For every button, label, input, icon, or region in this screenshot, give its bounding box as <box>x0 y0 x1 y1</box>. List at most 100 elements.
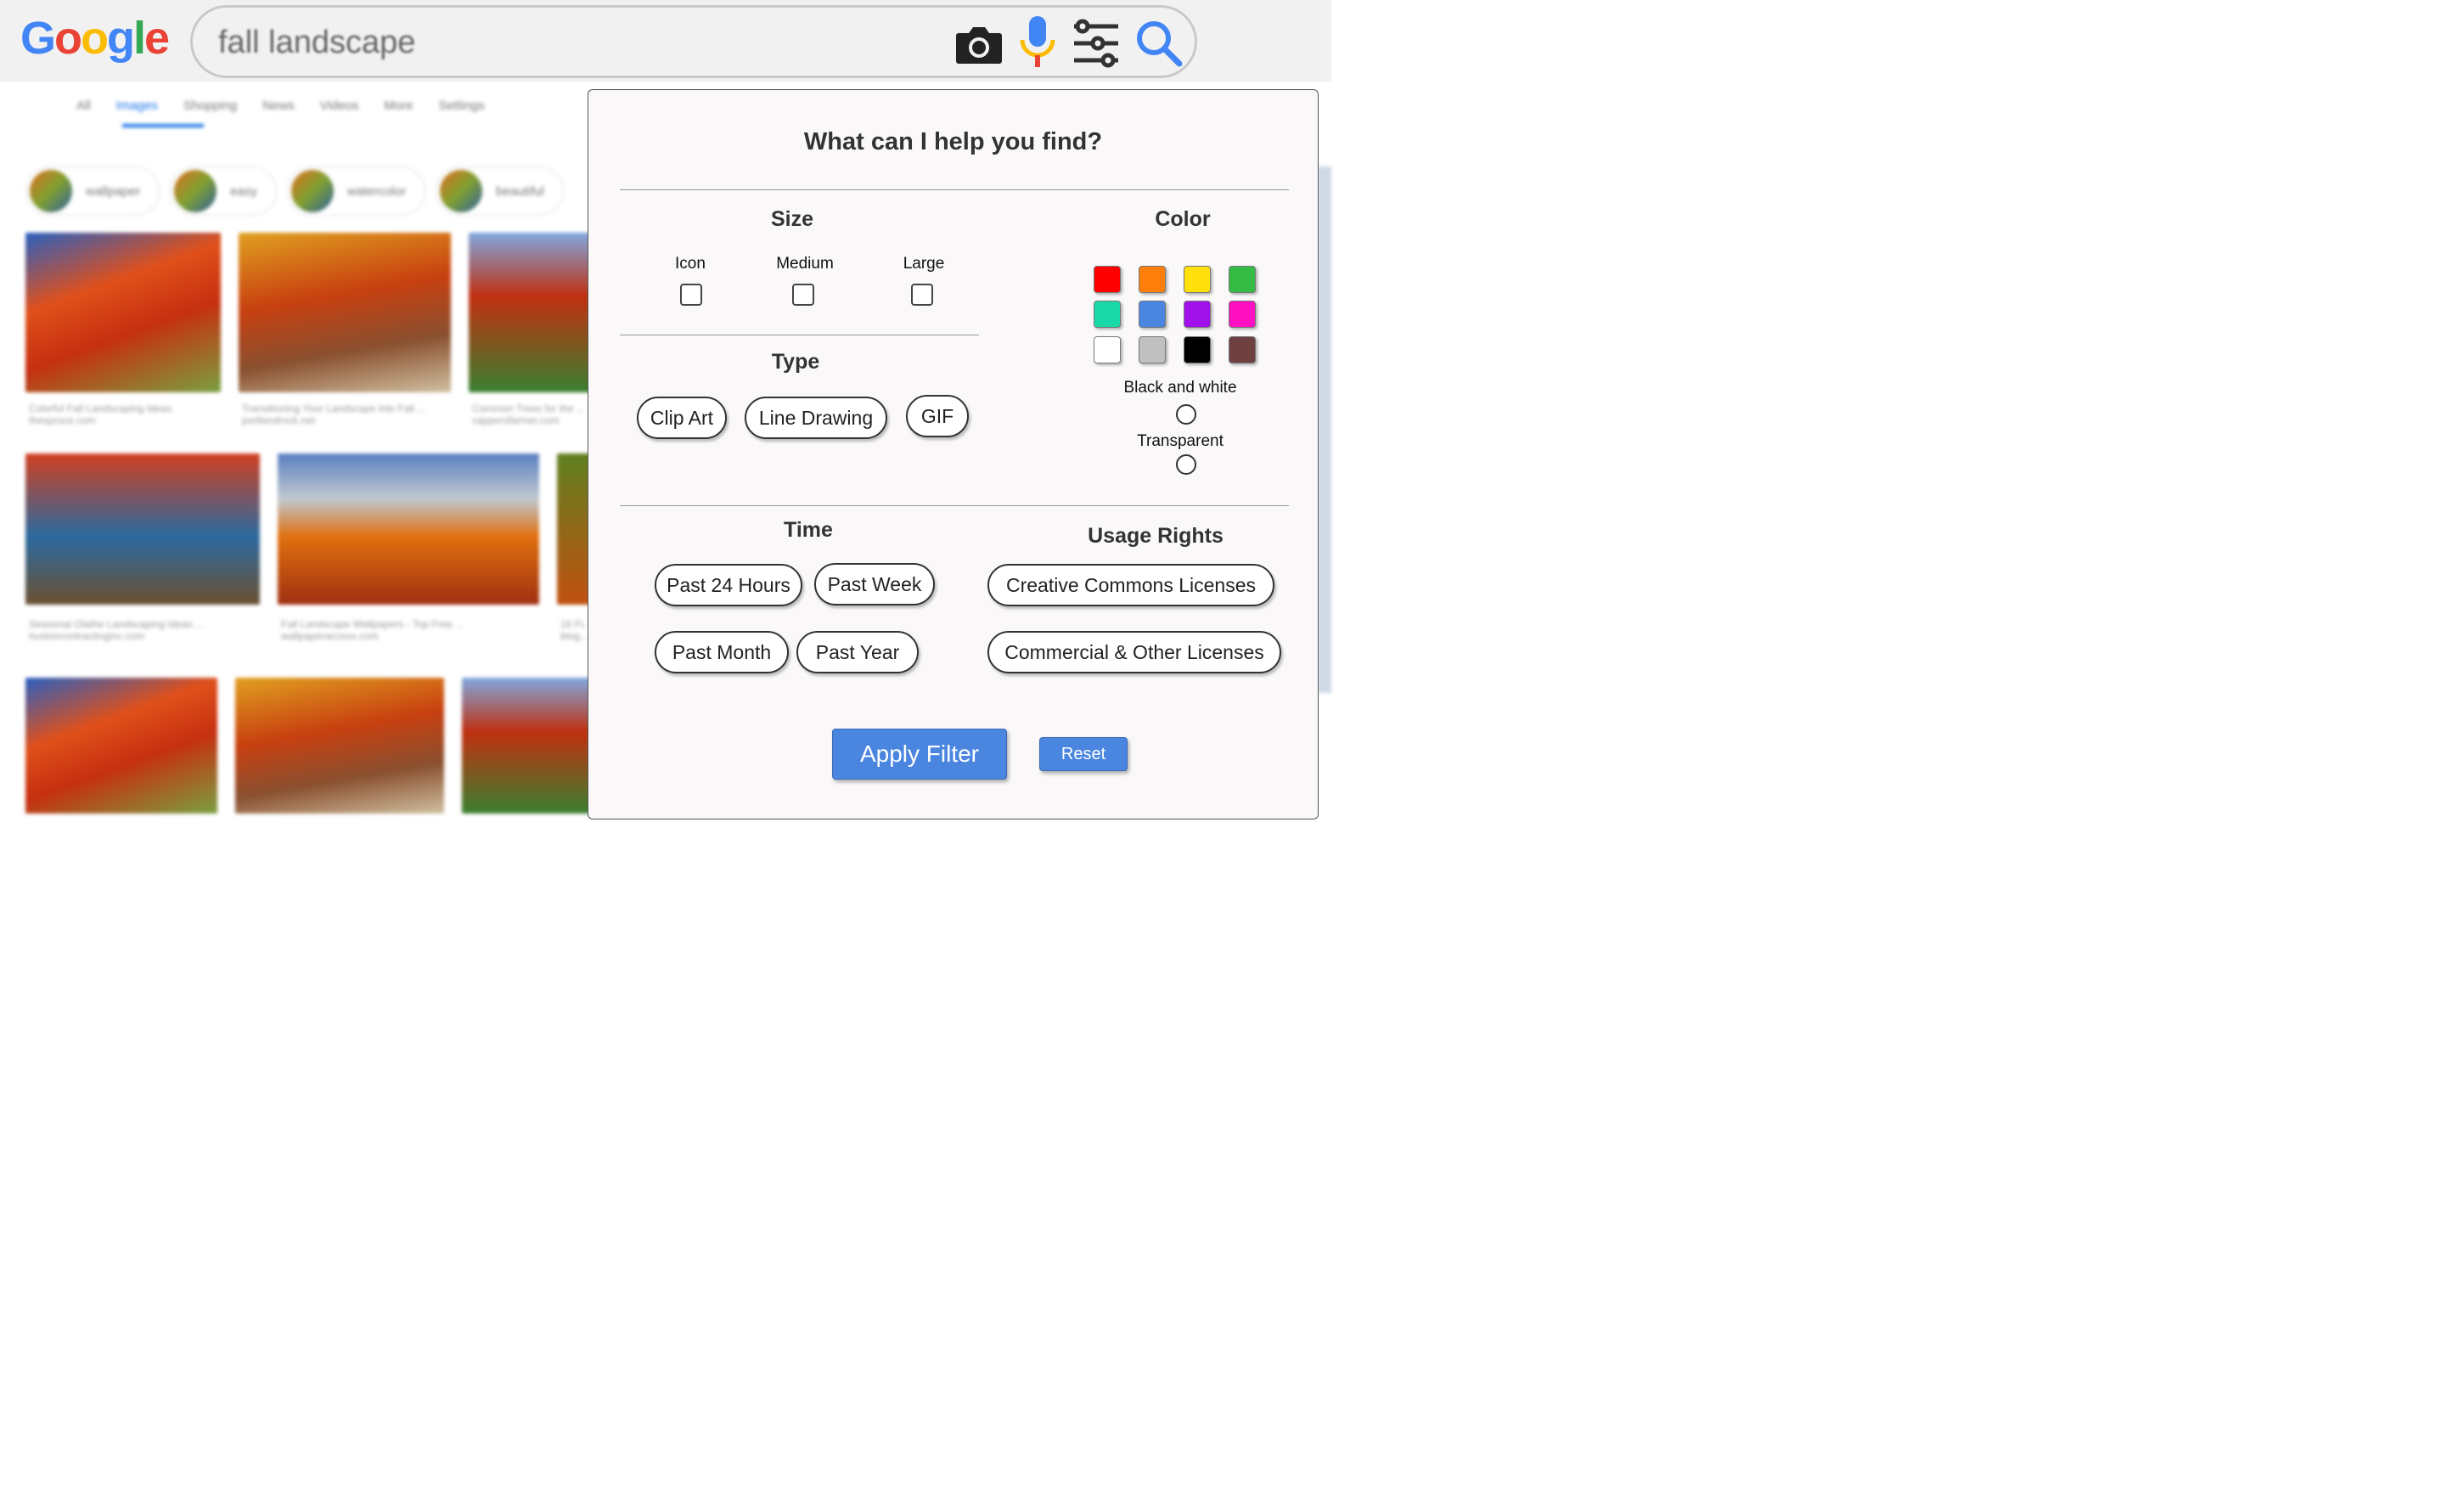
right-edge-content <box>1318 166 1331 693</box>
result-image[interactable] <box>25 453 260 605</box>
size-icon-label: Icon <box>675 255 706 273</box>
caption-source: portlandrock.net <box>242 414 316 426</box>
result-image[interactable] <box>239 233 451 392</box>
caption-source: wallpaperaccess.com <box>281 630 379 642</box>
result-caption: Fall Landscape Wallpapers - Top Free ...… <box>281 618 464 642</box>
tab-more[interactable]: More <box>384 99 413 113</box>
caption-title[interactable]: Fall Landscape Wallpapers - Top Free ... <box>281 618 464 630</box>
color-swatch-red[interactable] <box>1094 266 1121 293</box>
chip-label: wallpaper <box>86 183 141 199</box>
result-caption: Colorful Fall Landscaping Ideas thespruce… <box>29 403 172 426</box>
active-tab-indicator <box>122 124 204 127</box>
result-image[interactable] <box>25 678 217 814</box>
black-and-white-label: Black and white <box>1123 379 1237 397</box>
result-image[interactable] <box>235 678 444 814</box>
color-swatch-purple[interactable] <box>1184 301 1211 328</box>
usage-commercial-other-button[interactable]: Commercial & Other Licenses <box>987 631 1281 673</box>
panel-title: What can I help you find? <box>803 128 1103 155</box>
tab-news[interactable]: News <box>262 99 295 113</box>
tab-all[interactable]: All <box>76 99 91 113</box>
chip-easy[interactable]: easy <box>170 166 277 216</box>
chip-thumbnail <box>290 170 334 212</box>
result-image[interactable] <box>278 453 539 605</box>
tab-images[interactable]: Images <box>116 99 158 113</box>
caption-title[interactable]: Colorful Fall Landscaping Ideas <box>29 403 172 414</box>
chip-watercolor[interactable]: watercolor <box>286 166 426 216</box>
filter-panel: What can I help you find? Size Icon Medi… <box>588 89 1319 819</box>
top-bar: Google fall landscape <box>0 0 1331 82</box>
tab-videos[interactable]: Videos <box>320 99 359 113</box>
chip-beautiful[interactable]: beautiful <box>436 166 564 216</box>
reset-button[interactable]: Reset <box>1039 737 1128 771</box>
result-image[interactable] <box>25 233 221 392</box>
caption-title[interactable]: Seasonal Olathe Landscaping Ideas ... <box>29 618 204 630</box>
camera-icon[interactable] <box>954 20 1004 67</box>
logo-letter: e <box>144 13 170 64</box>
size-heading: Size <box>770 207 814 231</box>
color-swatch-gray[interactable] <box>1139 336 1166 363</box>
color-swatch-blue[interactable] <box>1139 301 1166 328</box>
color-heading: Color <box>1155 207 1211 231</box>
microphone-icon[interactable] <box>1018 14 1057 70</box>
google-logo[interactable]: Google <box>20 12 170 65</box>
type-clip-art-button[interactable]: Clip Art <box>637 397 727 439</box>
tab-shopping[interactable]: Shopping <box>183 99 237 113</box>
color-swatch-green[interactable] <box>1229 266 1256 293</box>
transparent-radio[interactable] <box>1176 454 1196 475</box>
type-heading: Type <box>771 350 820 374</box>
caption-source: hustoncontractinginc.com <box>29 630 145 642</box>
chip-wallpaper[interactable]: wallpaper <box>25 166 160 216</box>
usage-creative-commons-button[interactable]: Creative Commons Licenses <box>987 564 1274 606</box>
black-and-white-radio[interactable] <box>1176 404 1196 425</box>
logo-letter: G <box>20 13 56 64</box>
chip-label: easy <box>230 183 257 199</box>
result-image[interactable] <box>462 678 598 814</box>
time-past-24-hours-button[interactable]: Past 24 Hours <box>655 564 802 606</box>
caption-title[interactable]: Transitioning Your Landscape into Fall .… <box>242 403 425 414</box>
caption-title[interactable]: Common Trees for the ... <box>472 403 585 414</box>
result-caption: Seasonal Olathe Landscaping Ideas ... hus… <box>29 618 204 642</box>
type-gif-button[interactable]: GIF <box>906 395 969 437</box>
color-swatch-orange[interactable] <box>1139 266 1166 293</box>
time-past-week-button[interactable]: Past Week <box>814 563 935 605</box>
size-medium-checkbox[interactable] <box>792 284 814 306</box>
search-tabs: All Images Shopping News Videos More Set… <box>76 99 485 113</box>
logo-letter: o <box>54 13 82 64</box>
divider <box>620 505 1289 506</box>
chip-label: watercolor <box>346 183 407 199</box>
usage-rights-heading: Usage Rights <box>1088 524 1224 548</box>
filter-sliders-icon[interactable] <box>1071 18 1122 69</box>
chip-label: beautiful <box>496 183 544 199</box>
related-chips: wallpaper easy watercolor beautiful <box>25 166 564 216</box>
chip-thumbnail <box>174 170 217 212</box>
apply-filter-button[interactable]: Apply Filter <box>832 729 1007 780</box>
search-box[interactable]: fall landscape <box>190 5 1197 78</box>
divider <box>620 189 1289 190</box>
time-heading: Time <box>784 518 833 542</box>
time-past-year-button[interactable]: Past Year <box>796 631 919 673</box>
color-swatch-yellow[interactable] <box>1184 266 1211 293</box>
color-swatch-pink[interactable] <box>1229 301 1256 328</box>
logo-letter: l <box>133 13 146 64</box>
color-swatch-brown[interactable] <box>1229 336 1256 363</box>
size-large-checkbox[interactable] <box>911 284 933 306</box>
caption-source: thespruce.com <box>29 414 96 426</box>
size-large-label: Large <box>903 255 945 273</box>
size-icon-checkbox[interactable] <box>680 284 702 306</box>
result-caption: Common Trees for the ... cappersfarmer.co… <box>472 403 585 426</box>
size-medium-label: Medium <box>776 255 834 273</box>
color-swatch-teal[interactable] <box>1094 301 1121 328</box>
result-caption: Transitioning Your Landscape into Fall .… <box>242 403 425 426</box>
time-past-month-button[interactable]: Past Month <box>655 631 789 673</box>
chip-thumbnail <box>30 170 72 212</box>
caption-source: cappersfarmer.com <box>472 414 560 426</box>
result-image[interactable] <box>469 233 605 392</box>
color-swatch-white[interactable] <box>1094 336 1121 363</box>
type-line-drawing-button[interactable]: Line Drawing <box>745 397 887 439</box>
logo-letter: g <box>107 13 135 64</box>
color-swatch-black[interactable] <box>1184 336 1211 363</box>
tab-settings[interactable]: Settings <box>439 99 485 113</box>
logo-letter: o <box>81 13 109 64</box>
search-icon[interactable] <box>1134 18 1184 69</box>
search-input[interactable]: fall landscape <box>218 25 415 61</box>
